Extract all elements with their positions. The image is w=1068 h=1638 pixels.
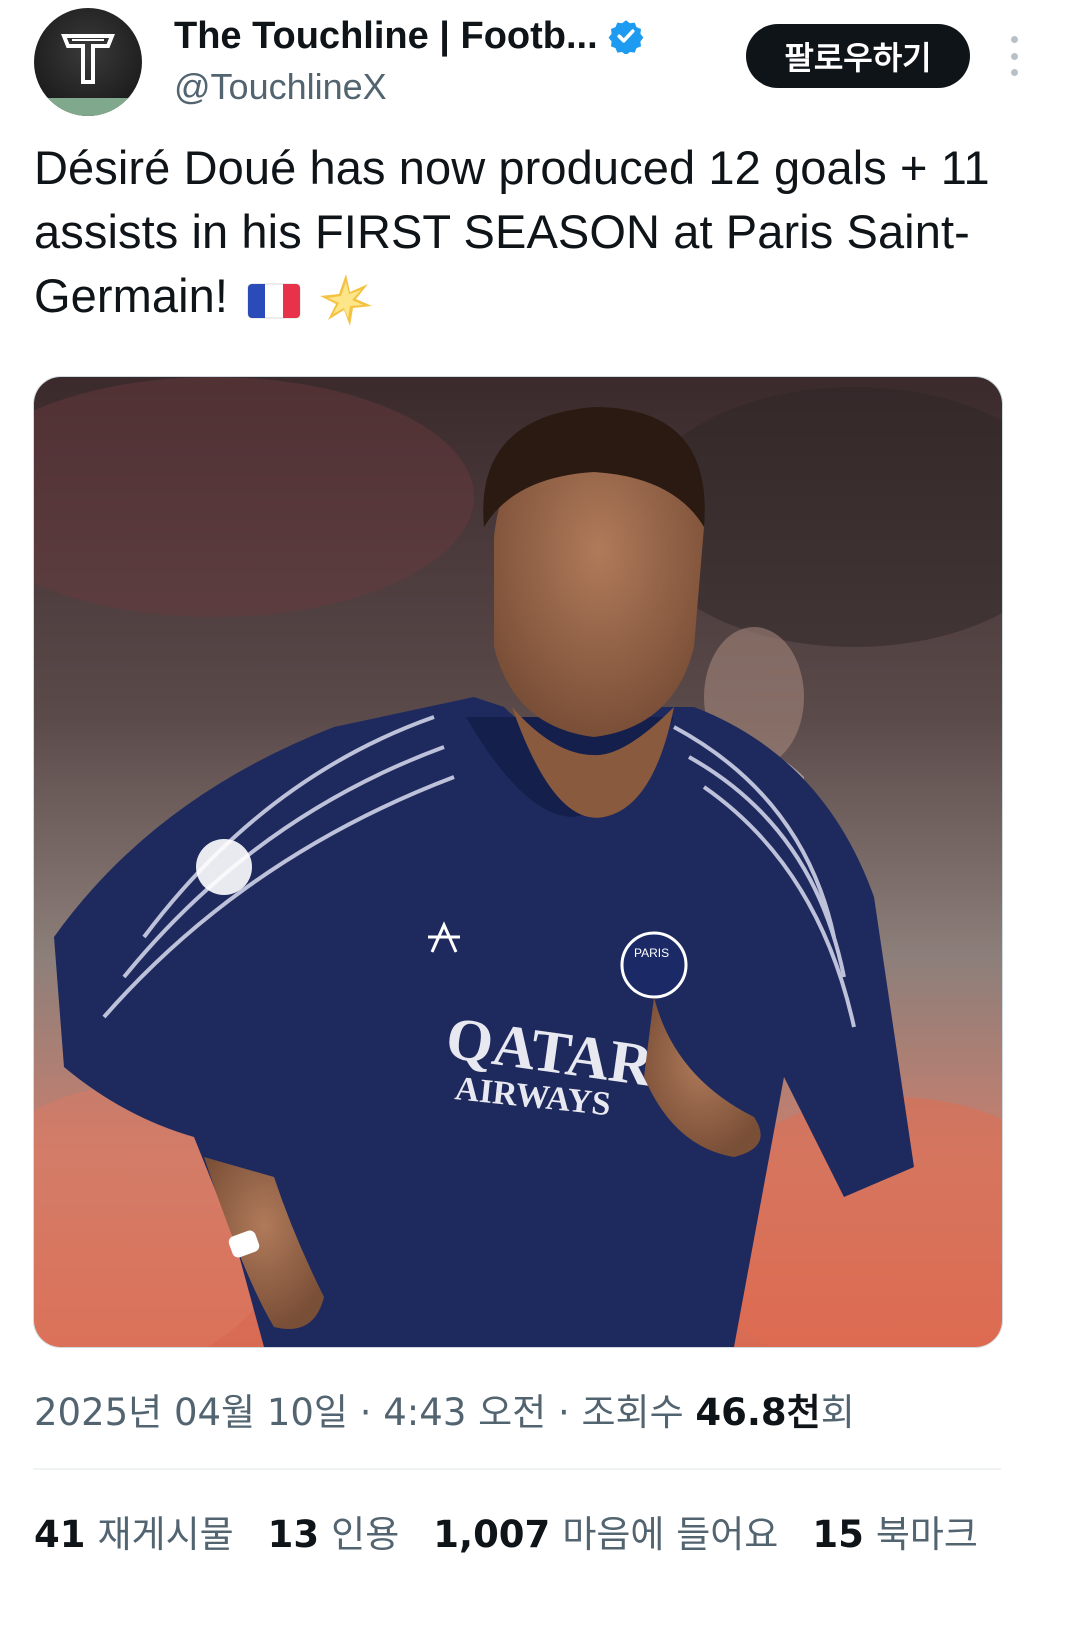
quotes-count: 13	[267, 1513, 320, 1556]
views-label: 조회수	[581, 1391, 684, 1434]
meta-separator: ·	[359, 1391, 372, 1434]
meta-separator: ·	[557, 1391, 570, 1434]
likes-stat[interactable]: 1,007 마음에 들어요	[433, 1504, 778, 1558]
quotes-stat[interactable]: 13 인용	[268, 1504, 400, 1558]
bookmarks-stat[interactable]: 15 북마크	[812, 1504, 978, 1558]
reposts-label: 재게시물	[97, 1513, 234, 1556]
psg-crest-icon	[620, 931, 688, 999]
tweet-body: Désiré Doué has now produced 12 goals + …	[34, 141, 990, 322]
views-count: 46.8천	[695, 1391, 821, 1434]
display-name-row[interactable]: The Touchline | Footb...	[174, 12, 694, 60]
display-name[interactable]: The Touchline | Footb...	[174, 15, 598, 58]
user-handle[interactable]: @TouchlineX	[174, 66, 694, 108]
tweet-text: Désiré Doué has now produced 12 goals + …	[34, 136, 1024, 328]
likes-label: 마음에 들어요	[562, 1513, 779, 1556]
divider	[33, 1468, 1001, 1470]
champions-league-badge-icon	[196, 839, 252, 895]
tweet-meta: 2025년 04월 10일 · 4:43 오전 · 조회수 46.8천회	[34, 1382, 855, 1436]
tweet-header: The Touchline | Footb... @TouchlineX 팔로우…	[34, 8, 1034, 118]
glowing-star-icon	[320, 273, 373, 326]
tweet-date[interactable]: 2025년 04월 10일	[34, 1391, 348, 1434]
follow-button[interactable]: 팔로우하기	[746, 24, 970, 88]
verified-badge-icon	[608, 20, 644, 54]
views-suffix: 회	[820, 1391, 855, 1434]
tweet-photo[interactable]: QATAR AIRWAYS PARIS	[33, 376, 1003, 1348]
bookmarks-label: 북마크	[875, 1513, 978, 1556]
reposts-count: 41	[34, 1513, 86, 1556]
bookmarks-count: 15	[812, 1513, 864, 1556]
jersey-crest: PARIS	[634, 946, 669, 960]
touchline-logo-icon	[61, 34, 115, 84]
quotes-label: 인용	[331, 1513, 400, 1556]
tweet-time[interactable]: 4:43 오전	[383, 1391, 546, 1434]
player-photo: QATAR AIRWAYS PARIS	[34, 377, 1002, 1347]
reposts-stat[interactable]: 41 재게시물	[34, 1504, 234, 1558]
engagement-stats: 41 재게시물 13 인용 1,007 마음에 들어요 15 북마크	[34, 1504, 978, 1558]
flag-france-icon	[247, 283, 301, 319]
likes-count: 1,007	[433, 1513, 551, 1556]
avatar[interactable]	[34, 8, 142, 116]
more-options-icon[interactable]	[1002, 36, 1026, 76]
